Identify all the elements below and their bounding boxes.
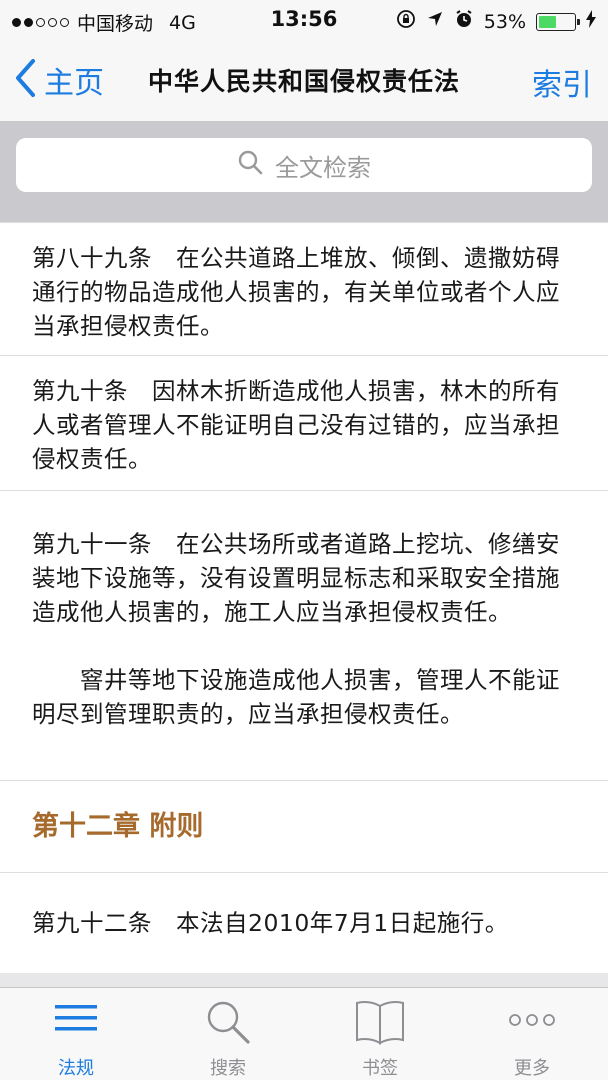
- article-92: 第九十二条 本法自2010年7月1日起施行。: [0, 873, 608, 973]
- tab-bar: 法规 搜索 书签 更多: [0, 987, 608, 1080]
- tab-label: 法规: [58, 1058, 94, 1079]
- chapter-title: 第十二章 附则: [32, 811, 204, 842]
- content-divider: [0, 973, 608, 987]
- article-89: 第八十九条 在公共道路上堆放、倾倒、遗撒妨碍通行的物品造成他人损害的，有关单位或…: [0, 222, 608, 356]
- rotation-lock-icon: [396, 9, 416, 34]
- alarm-icon: [454, 9, 474, 34]
- navigation-bar: 主页 中华人民共和国侵权责任法 索引: [0, 40, 608, 122]
- tab-search[interactable]: 搜索: [152, 988, 304, 1081]
- tab-laws[interactable]: 法规: [0, 988, 152, 1081]
- search-input[interactable]: 全文检索: [16, 138, 592, 192]
- charging-icon: [586, 10, 596, 33]
- battery-percent: 53%: [483, 10, 526, 33]
- status-bar: 中国移动 4G 13:56 53%: [0, 0, 608, 40]
- article-text: 第九十二条 本法自2010年7月1日起施行。: [32, 909, 509, 937]
- battery-tip: [577, 18, 580, 25]
- tab-more[interactable]: 更多: [456, 988, 608, 1081]
- article-text: 窨井等地下设施造成他人损害，管理人不能证明尽到管理职责的，应当承担侵权责任。: [32, 666, 560, 728]
- tab-label: 更多: [514, 1058, 550, 1079]
- article-text: 第九十一条 在公共场所或者道路上挖坑、修缮安装地下设施等，没有设置明显标志和采取…: [32, 530, 560, 626]
- book-icon: [354, 998, 406, 1050]
- page-title: 中华人民共和国侵权责任法: [147, 67, 460, 96]
- search-icon: [204, 998, 252, 1050]
- list-icon: [53, 998, 99, 1042]
- status-right: 53%: [396, 9, 596, 34]
- more-icon: [508, 1012, 556, 1031]
- location-icon: [426, 10, 444, 33]
- tab-bookmarks[interactable]: 书签: [304, 988, 456, 1081]
- search-placeholder: 全文检索: [275, 153, 371, 182]
- article-text: 第九十条 因林木折断造成他人损害，林木的所有人或者管理人不能证明自己没有过错的，…: [32, 377, 560, 473]
- search-bar: 全文检索: [0, 122, 608, 222]
- tab-label: 书签: [362, 1058, 398, 1079]
- law-content: 第八十九条 在公共道路上堆放、倾倒、遗撒妨碍通行的物品造成他人损害的，有关单位或…: [0, 222, 608, 987]
- index-button[interactable]: 索引: [532, 60, 592, 104]
- chapter-heading: 第十二章 附则: [0, 781, 608, 873]
- battery-fill: [539, 15, 556, 28]
- article-90: 第九十条 因林木折断造成他人损害，林木的所有人或者管理人不能证明自己没有过错的，…: [0, 356, 608, 491]
- article-text: 第八十九条 在公共道路上堆放、倾倒、遗撒妨碍通行的物品造成他人损害的，有关单位或…: [32, 244, 560, 340]
- tab-label: 搜索: [210, 1058, 246, 1079]
- article-91: 第九十一条 在公共场所或者道路上挖坑、修缮安装地下设施等，没有设置明显标志和采取…: [0, 491, 608, 781]
- battery-icon: [536, 12, 580, 31]
- search-icon: [237, 149, 263, 181]
